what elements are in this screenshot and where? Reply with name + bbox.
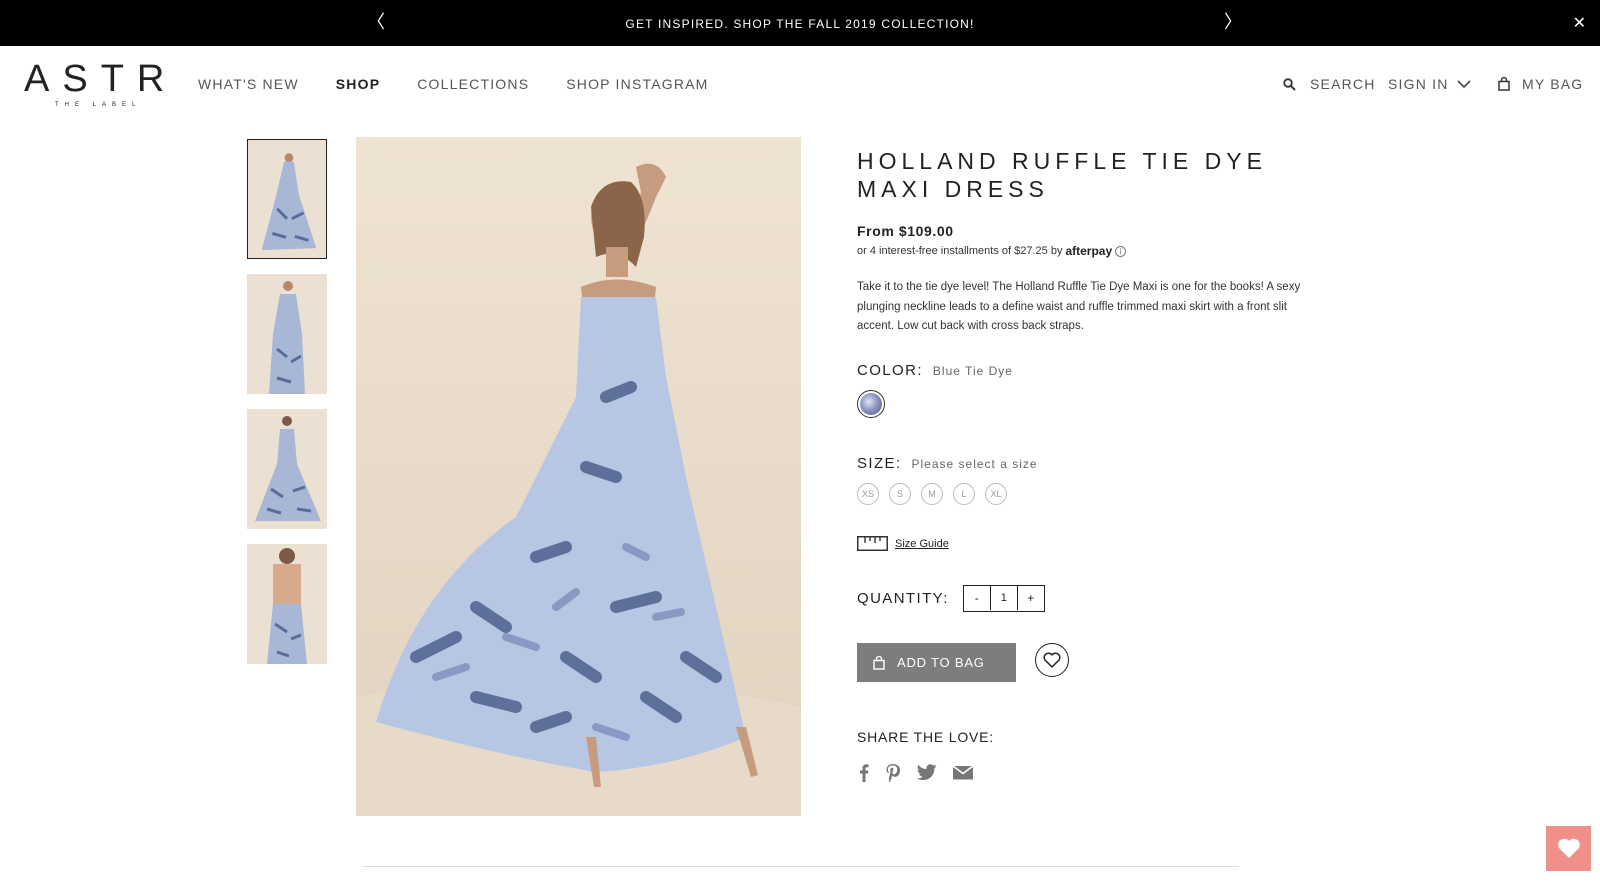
product-thumbnail-image [247, 409, 327, 529]
afterpay-note: or 4 interest-free installments of $27.2… [857, 244, 1307, 258]
promo-text[interactable]: GET INSPIRED. SHOP THE FALL 2019 COLLECT… [0, 17, 1600, 31]
info-icon[interactable]: i [1115, 245, 1127, 257]
bag-icon [1498, 77, 1510, 91]
nav-item-shop-instagram[interactable]: SHOP INSTAGRAM [566, 76, 708, 92]
sign-in-link[interactable]: SIGN IN [1388, 76, 1471, 92]
pinterest-icon[interactable] [885, 763, 901, 782]
product-description: Take it to the tie dye level! The Hollan… [857, 281, 1301, 332]
size-label: SIZE: [857, 455, 902, 472]
facebook-icon[interactable] [859, 763, 869, 782]
sign-in-label: SIGN IN [1388, 76, 1449, 92]
product-price: From $109.00 [857, 223, 954, 239]
nav-item-shop[interactable]: SHOP [336, 76, 380, 92]
size-button-xl[interactable]: XL [985, 483, 1007, 505]
promo-close-icon[interactable]: ✕ [1573, 13, 1586, 33]
size-button-xs[interactable]: XS [857, 483, 879, 505]
main-product-image[interactable] [356, 137, 801, 816]
heart-icon [1043, 652, 1061, 668]
afterpay-text: or 4 interest-free installments of $27.2… [857, 245, 1063, 257]
search-icon [1283, 77, 1296, 91]
quantity-row: QUANTITY: - 1 + [857, 585, 1045, 612]
chevron-down-icon [1456, 79, 1471, 88]
wishlist-button[interactable] [1035, 643, 1069, 677]
site-logo[interactable]: ASTR THE LABEL [24, 60, 164, 112]
size-button-m[interactable]: M [921, 483, 943, 505]
my-bag-link[interactable]: MY BAG [1498, 76, 1583, 92]
quantity-increase-button[interactable]: + [1018, 586, 1044, 610]
nav-item-whats-new[interactable]: WHAT'S NEW [198, 76, 299, 92]
section-divider [363, 866, 1239, 867]
size-button-l[interactable]: L [953, 483, 975, 505]
size-button-s[interactable]: S [889, 483, 911, 505]
logo-subtitle: THE LABEL [55, 102, 142, 108]
thumbnail-3[interactable] [247, 409, 327, 529]
nav-item-collections[interactable]: COLLECTIONS [417, 76, 529, 92]
promo-bar: 〈 GET INSPIRED. SHOP THE FALL 2019 COLLE… [0, 0, 1600, 46]
ruler-icon [857, 536, 888, 551]
promo-next-arrow-icon[interactable]: 〉 [1224, 12, 1242, 32]
swatch-fill [860, 393, 882, 415]
quantity-label: QUANTITY: [857, 590, 949, 607]
product-thumbnail-image [248, 140, 326, 258]
product-title: HOLLAND RUFFLE TIE DYE MAXI DRESS [857, 148, 1267, 202]
twitter-icon[interactable] [917, 763, 937, 782]
search-link[interactable]: SEARCH [1283, 76, 1376, 92]
thumbnail-4[interactable] [247, 544, 327, 664]
color-swatch-blue-tie-dye[interactable] [857, 390, 885, 418]
size-option: SIZE: Please select a size [857, 455, 1038, 472]
color-option: COLOR: Blue Tie Dye [857, 362, 1013, 379]
bag-icon [873, 655, 885, 670]
favorites-floating-button[interactable] [1546, 826, 1591, 871]
size-selector: XS S M L XL [857, 483, 1017, 505]
main-nav: WHAT'S NEW SHOP COLLECTIONS SHOP INSTAGR… [198, 76, 746, 92]
size-hint: Please select a size [911, 457, 1038, 471]
heart-icon [1557, 838, 1580, 858]
my-bag-label: MY BAG [1522, 76, 1584, 92]
share-label: SHARE THE LOVE: [857, 729, 995, 745]
add-to-bag-label: ADD TO BAG [897, 655, 985, 670]
size-guide-label: Size Guide [895, 537, 949, 550]
thumbnail-2[interactable] [247, 274, 327, 394]
quantity-stepper: - 1 + [962, 585, 1045, 612]
email-icon[interactable] [953, 763, 973, 782]
color-value: Blue Tie Dye [932, 364, 1013, 378]
logo-wordmark: ASTR [24, 58, 178, 100]
search-label: SEARCH [1310, 76, 1376, 92]
product-photo [356, 137, 801, 816]
afterpay-logo: afterpay [1065, 244, 1113, 258]
size-guide-link[interactable]: Size Guide [857, 536, 949, 551]
quantity-input[interactable]: 1 [989, 586, 1018, 610]
add-to-bag-button[interactable]: ADD TO BAG [857, 643, 1016, 682]
product-thumbnail-image [247, 274, 327, 394]
quantity-decrease-button[interactable]: - [964, 586, 990, 610]
product-info: HOLLAND RUFFLE TIE DYE MAXI DRESS From $… [857, 147, 1307, 337]
product-thumbnail-image [247, 544, 327, 664]
share-icons [859, 763, 989, 782]
color-label: COLOR: [857, 362, 923, 379]
thumbnail-1[interactable] [247, 139, 327, 259]
